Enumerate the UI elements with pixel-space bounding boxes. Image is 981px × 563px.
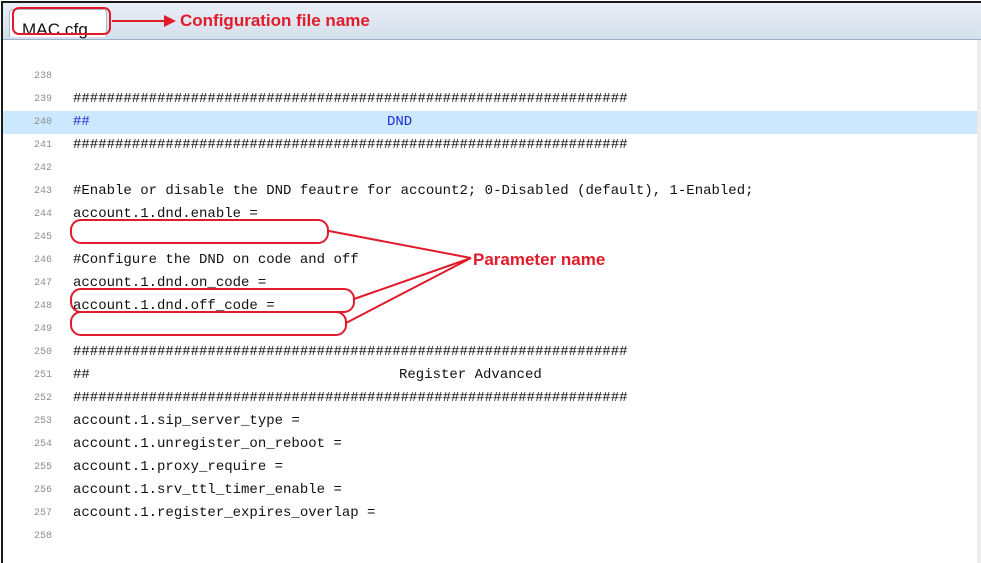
editor-window: MAC.cfg Configuration file name 238 239 ##… — [1, 1, 981, 563]
param-pointer-lines — [328, 230, 472, 324]
parameter-name-annotation: Parameter name — [473, 250, 606, 269]
